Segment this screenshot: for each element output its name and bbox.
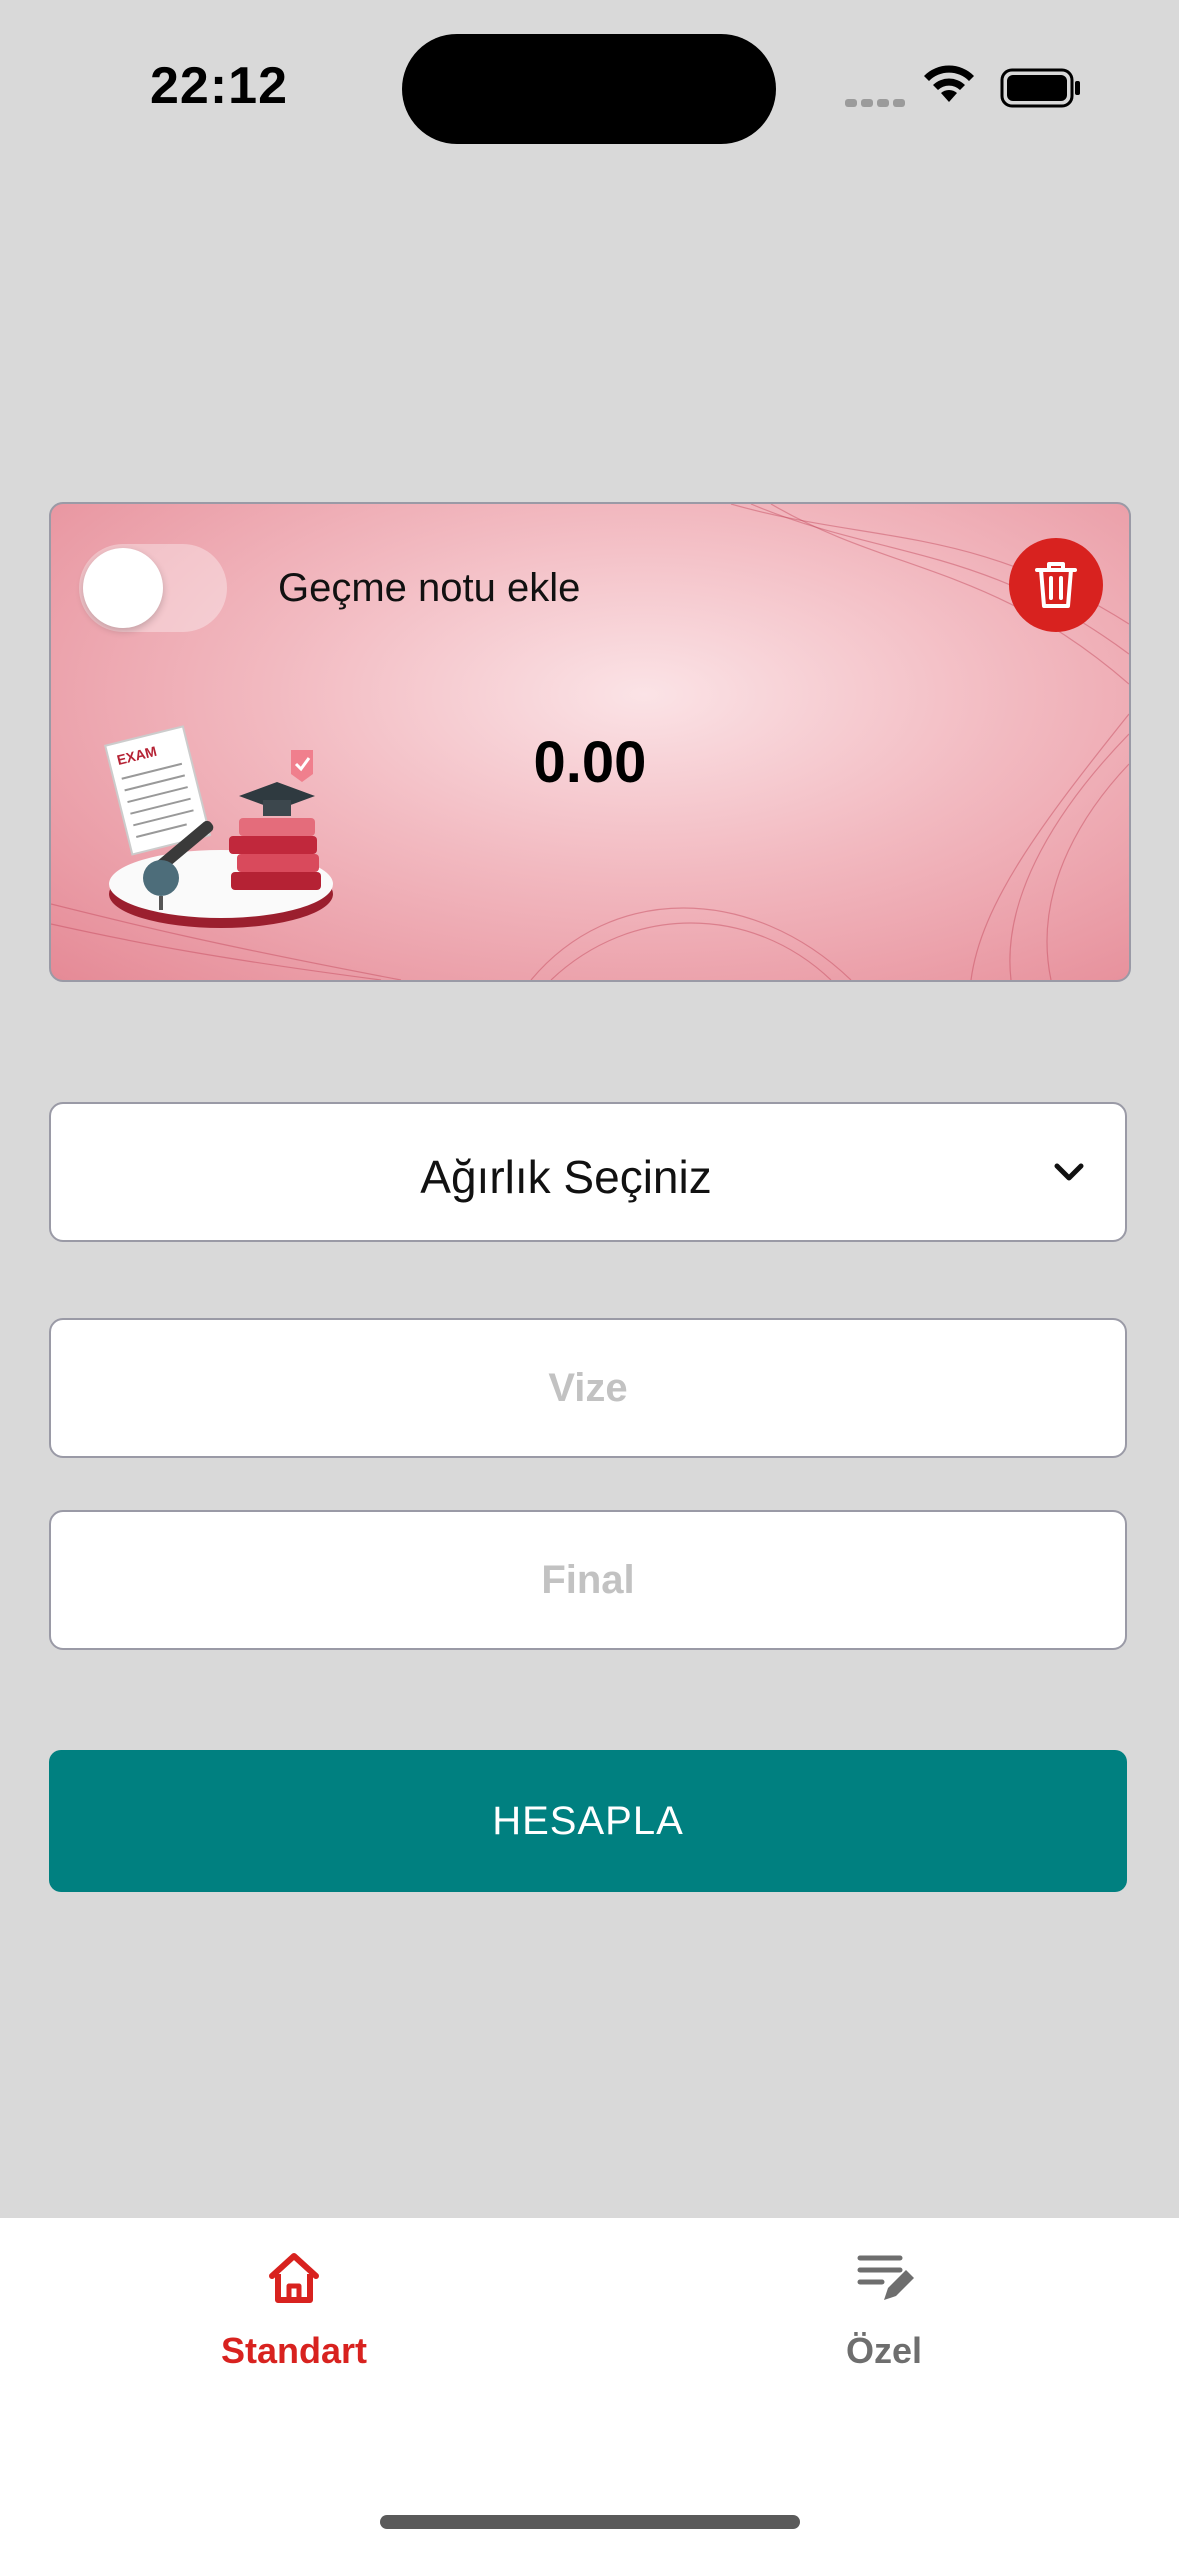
tab-bar: Standart Özel bbox=[0, 2218, 1179, 2556]
weight-select-value: Ağırlık Seçiniz bbox=[420, 1151, 712, 1203]
vize-input[interactable] bbox=[49, 1318, 1127, 1458]
chevron-down-icon bbox=[1054, 1163, 1084, 1181]
toggle-knob bbox=[83, 548, 163, 628]
tab-ozel-label: Özel bbox=[845, 2330, 923, 2371]
tab-standart-label: Standart bbox=[220, 2330, 368, 2371]
result-card: Geçme notu ekle 0.00 EXAM bbox=[49, 502, 1131, 982]
edit-list-icon bbox=[857, 2255, 914, 2300]
trash-icon bbox=[1035, 562, 1077, 608]
weight-select[interactable]: Ağırlık Seçiniz bbox=[49, 1102, 1127, 1242]
status-bar: 22:12 bbox=[0, 0, 1179, 170]
battery-icon bbox=[1000, 68, 1080, 108]
home-indicator bbox=[380, 2515, 800, 2529]
tab-standart[interactable]: Standart bbox=[164, 2238, 424, 2378]
wifi-icon bbox=[924, 65, 974, 102]
exam-books-illustration: EXAM bbox=[104, 725, 333, 928]
cellular-signal-icon bbox=[845, 94, 909, 112]
dynamic-island bbox=[402, 34, 776, 144]
calculate-button[interactable]: HESAPLA bbox=[49, 1750, 1127, 1892]
home-icon bbox=[269, 2253, 319, 2303]
status-time: 22:12 bbox=[150, 57, 288, 115]
passing-grade-toggle-label: Geçme notu ekle bbox=[278, 566, 581, 610]
delete-button[interactable] bbox=[1009, 538, 1103, 632]
passing-grade-toggle[interactable] bbox=[79, 544, 227, 632]
final-input[interactable] bbox=[49, 1510, 1127, 1650]
tab-ozel[interactable]: Özel bbox=[754, 2238, 1014, 2378]
